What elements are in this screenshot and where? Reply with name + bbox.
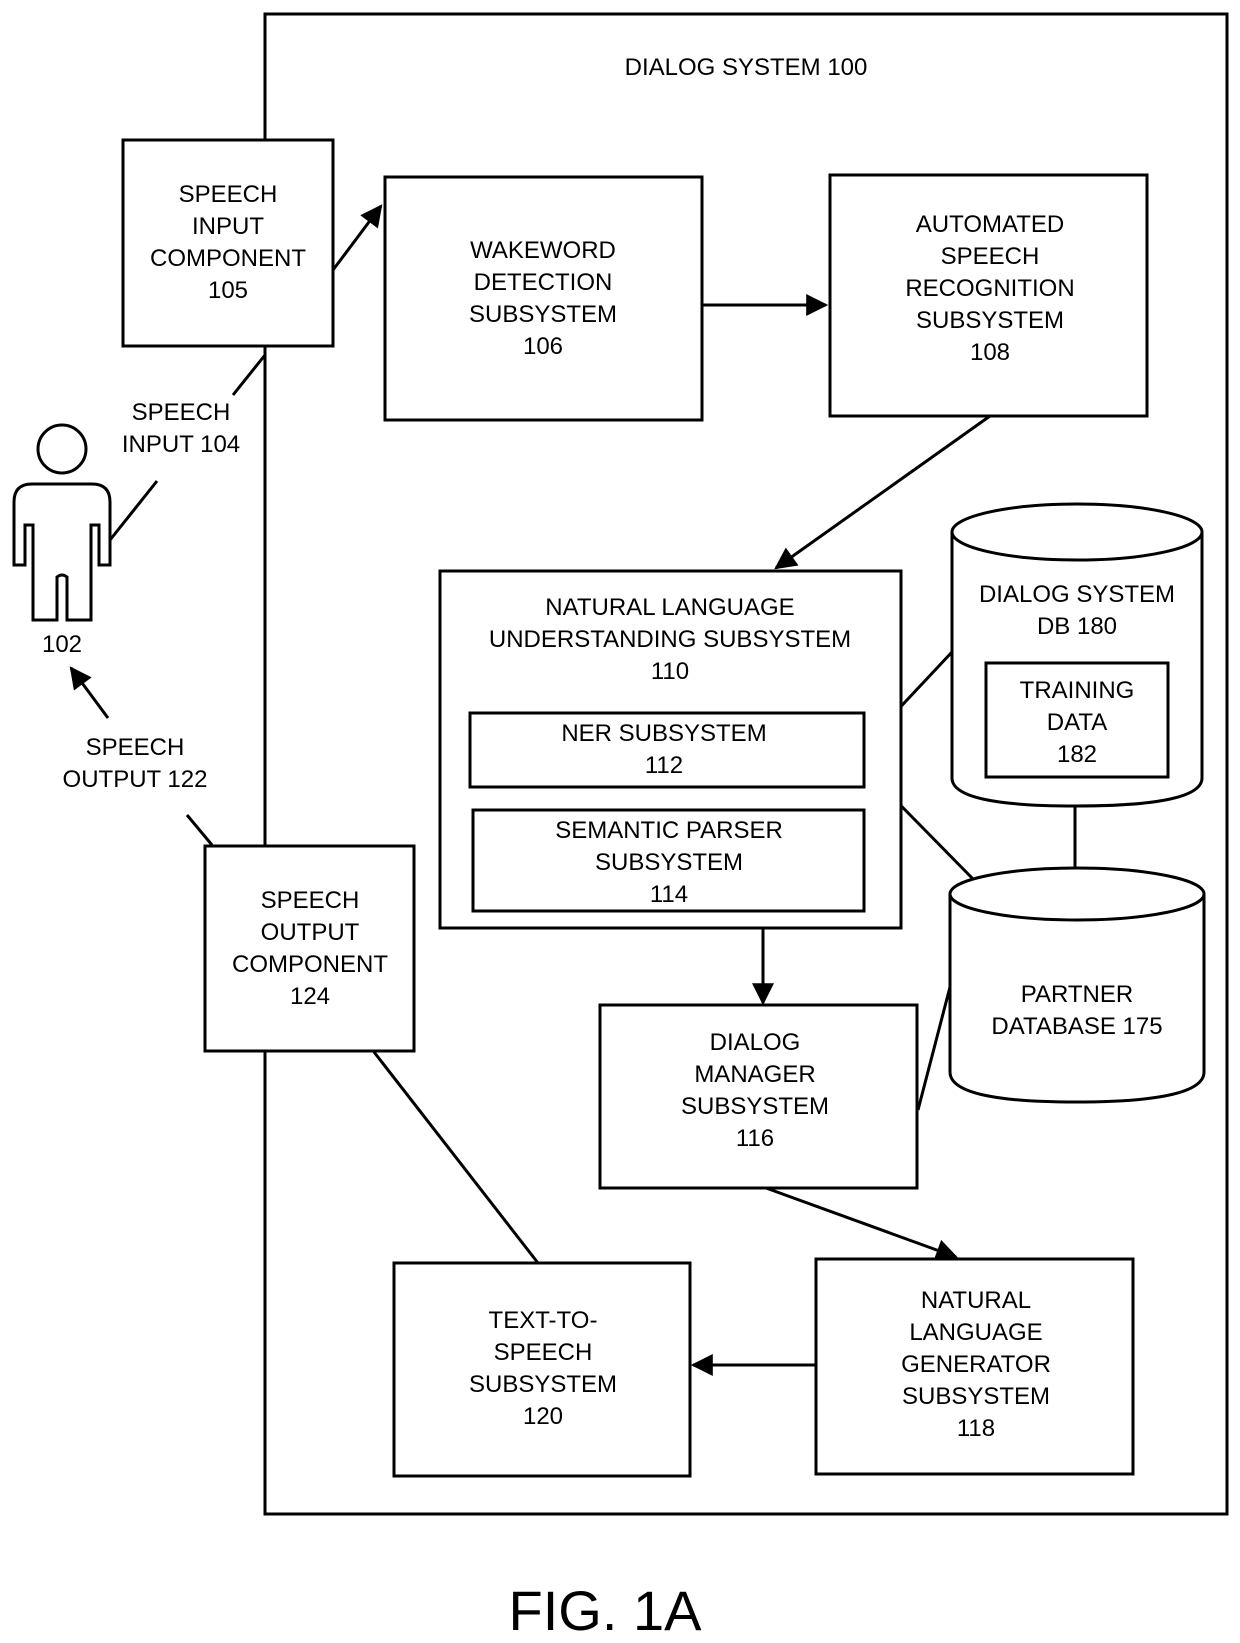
node-label-line: NATURAL LANGUAGE xyxy=(545,594,794,621)
partner-database-cylinder: PARTNER DATABASE 175 xyxy=(948,866,1206,1104)
node-label-line: COMPONENT xyxy=(150,245,306,272)
edge-user-to-speech-input xyxy=(108,480,159,541)
speech-output-label: SPEECH OUTPUT 122 xyxy=(63,734,208,793)
node-label-line: TRAINING xyxy=(1020,677,1135,704)
figure-label: FIG. 1A xyxy=(509,1579,703,1642)
user-label: 102 xyxy=(42,631,82,658)
node-label-line: SUBSYSTEM xyxy=(595,849,743,876)
node-label-line: 182 xyxy=(1057,741,1097,768)
node-label-line: AUTOMATED xyxy=(916,211,1064,238)
node-label-line: SPEECH xyxy=(132,399,231,426)
speech-input-label: SPEECH INPUT 104 xyxy=(122,399,240,458)
node-label-line: 114 xyxy=(650,881,688,908)
node-label-line: TEXT-TO- xyxy=(489,1307,598,1334)
node-label-line: 120 xyxy=(523,1403,563,1430)
node-label-line: SUBSYSTEM xyxy=(681,1093,829,1120)
node-label-line: 106 xyxy=(523,333,563,360)
node-label-line: 124 xyxy=(290,983,330,1010)
node-label-line: INPUT 104 xyxy=(122,431,240,458)
node-label-line: DIALOG SYSTEM xyxy=(979,581,1175,608)
node-label-line: SUBSYSTEM xyxy=(469,301,617,328)
edge-dialog-manager-to-partner-db xyxy=(916,986,952,1111)
node-label-line: NATURAL xyxy=(921,1287,1031,1314)
node-label-line: DATABASE 175 xyxy=(991,1013,1162,1040)
speech-input-component-box: SPEECH INPUT COMPONENT 105 xyxy=(121,138,335,348)
node-label-line: COMPONENT xyxy=(232,951,388,978)
asr-box: AUTOMATED SPEECH RECOGNITION SUBSYSTEM 1… xyxy=(828,173,1149,418)
node-label-line: SPEECH xyxy=(86,734,185,761)
node-label-line: 116 xyxy=(736,1125,774,1152)
node-label-line: 108 xyxy=(970,339,1010,366)
semantic-parser-box: SEMANTIC PARSER SUBSYSTEM 114 xyxy=(471,808,866,913)
node-label-line: 118 xyxy=(957,1415,995,1442)
dialog-manager-box: DIALOG MANAGER SUBSYSTEM 116 xyxy=(598,1003,919,1190)
node-label-line: SUBSYSTEM xyxy=(902,1383,1050,1410)
edge-tts-to-output-component xyxy=(372,1051,540,1264)
node-label-line: SPEECH xyxy=(179,181,278,208)
edge-output-component-to-label xyxy=(185,814,214,846)
speech-output-component-box: SPEECH OUTPUT COMPONENT 124 xyxy=(203,844,416,1053)
node-label-line: OUTPUT 122 xyxy=(63,766,208,793)
node-label-line: DB 180 xyxy=(1037,613,1117,640)
edge-input-to-wakeword xyxy=(331,204,383,271)
node-label-line: SUBSYSTEM xyxy=(469,1371,617,1398)
node-label-line: OUTPUT xyxy=(261,919,360,946)
dialog-system-title: DIALOG SYSTEM 100 xyxy=(625,54,868,81)
node-label-line: SEMANTIC PARSER xyxy=(555,817,783,844)
node-label-line: DATA xyxy=(1047,709,1107,736)
edge-speech-input-upper xyxy=(231,354,267,396)
wakeword-detection-box: WAKEWORD DETECTION SUBSYSTEM 106 xyxy=(383,175,704,422)
node-label-line: DIALOG xyxy=(710,1029,801,1056)
node-label-line: INPUT xyxy=(192,213,264,240)
node-label-line: PARTNER xyxy=(1021,981,1133,1008)
node-label-line: WAKEWORD xyxy=(470,237,616,264)
ner-box: NER SUBSYSTEM 112 xyxy=(468,711,866,789)
training-data-box: TRAINING DATA 182 xyxy=(984,661,1170,779)
edge-speech-output-to-user xyxy=(69,666,110,719)
node-label-line: MANAGER xyxy=(694,1061,815,1088)
node-label-line: 112 xyxy=(645,752,683,779)
node-label-line: RECOGNITION xyxy=(905,275,1074,302)
node-label-line: 105 xyxy=(208,277,248,304)
tts-box: TEXT-TO- SPEECH SUBSYSTEM 120 xyxy=(392,1261,692,1478)
person-icon xyxy=(12,423,112,622)
dialog-system-diagram: DIALOG SYSTEM 100 102 SPEECH INPUT 104 S… xyxy=(12,12,1229,1642)
node-label-line: SUBSYSTEM xyxy=(916,307,1064,334)
edge-dialog-manager-to-nlg xyxy=(765,1186,959,1261)
node-label-line: GENERATOR xyxy=(901,1351,1051,1378)
node-label-line: UNDERSTANDING SUBSYSTEM xyxy=(489,626,851,653)
node-label-line: SPEECH xyxy=(941,243,1040,270)
node-label-line: NER SUBSYSTEM xyxy=(561,720,766,747)
user-figure: 102 xyxy=(12,423,112,658)
node-label-line: SPEECH xyxy=(261,887,360,914)
node-label-line: DETECTION xyxy=(474,269,613,296)
node-label-line: SPEECH xyxy=(494,1339,593,1366)
nlg-box: NATURAL LANGUAGE GENERATOR SUBSYSTEM 118 xyxy=(814,1257,1135,1476)
node-label-line: 110 xyxy=(651,658,689,685)
node-label-line: LANGUAGE xyxy=(909,1319,1042,1346)
